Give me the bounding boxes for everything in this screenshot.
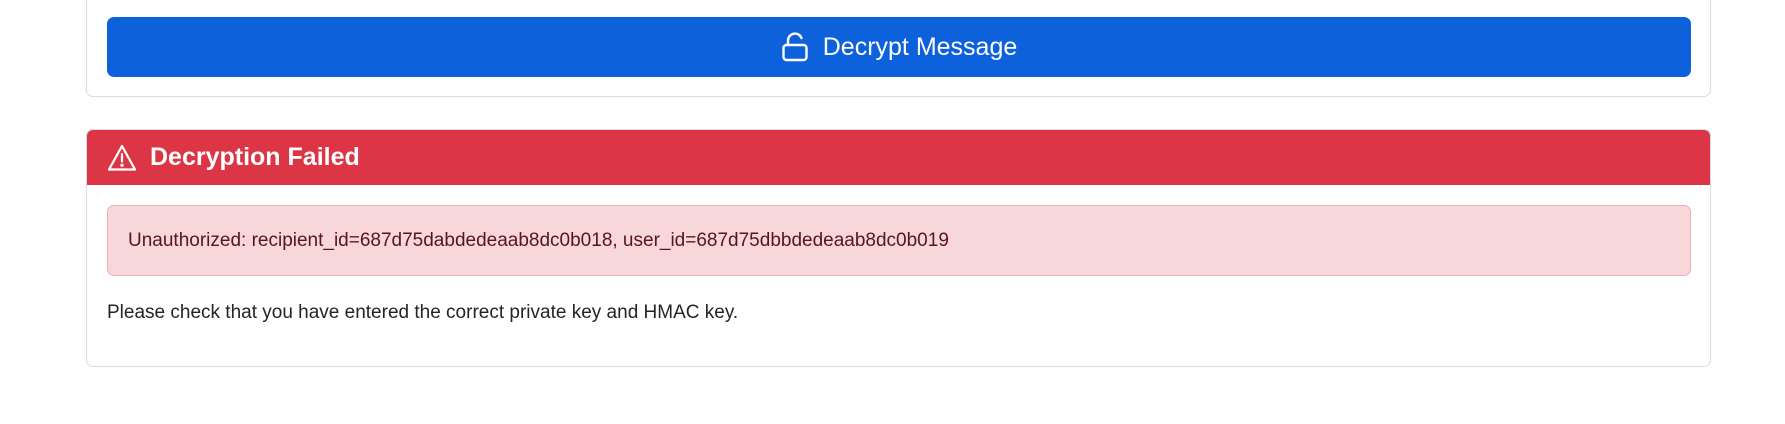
page: Decrypt Message Decryption Failed Unauth…: [0, 0, 1785, 424]
decrypt-button-label: Decrypt Message: [822, 32, 1018, 61]
error-card: Decryption Failed Unauthorized: recipien…: [86, 129, 1711, 367]
decrypt-card: Decrypt Message: [86, 0, 1711, 97]
decrypt-message-button[interactable]: Decrypt Message: [107, 17, 1691, 77]
error-message: Unauthorized: recipient_id=687d75dabdede…: [128, 229, 949, 251]
unlock-icon: [781, 32, 809, 62]
error-header: Decryption Failed: [87, 130, 1710, 185]
warning-triangle-icon: [107, 143, 137, 173]
error-hint: Please check that you have entered the c…: [107, 302, 739, 323]
error-title: Decryption Failed: [150, 143, 360, 171]
error-alert: Unauthorized: recipient_id=687d75dabdede…: [107, 205, 1691, 276]
